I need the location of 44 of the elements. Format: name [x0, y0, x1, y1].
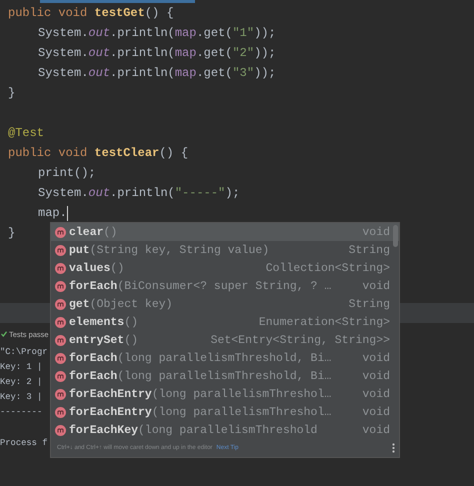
completion-item[interactable]: forEach(long parallelismThreshold, Bi… void — [51, 367, 399, 385]
completion-item[interactable]: put(String key, String value) String — [51, 241, 399, 259]
console-line: Key: 1 | — [0, 362, 42, 372]
code-line: map. — [38, 205, 67, 222]
console-line: Key: 2 | — [0, 377, 42, 387]
completion-item[interactable]: elements() Enumeration<String> — [51, 313, 399, 331]
method-icon — [55, 280, 66, 292]
code-line: System.out.println(map.get("3")); — [38, 65, 276, 82]
method-icon — [55, 334, 66, 346]
method-icon — [55, 316, 66, 328]
method-icon — [55, 262, 66, 274]
method-icon — [55, 298, 66, 310]
code-line: } — [8, 225, 16, 242]
method-icon — [55, 424, 66, 436]
method-icon — [55, 388, 66, 400]
code-line: } — [8, 85, 16, 102]
completion-item[interactable]: forEachEntry(long parallelismThreshol… void — [51, 385, 399, 403]
completion-item[interactable]: forEach(long parallelismThreshold, Bi… void — [51, 349, 399, 367]
popup-scrollbar[interactable] — [393, 225, 398, 247]
code-line: System.out.println(map.get("1")); — [38, 25, 276, 42]
console-line: "C:\Progr — [0, 347, 48, 357]
method-icon — [55, 352, 66, 364]
method-icon — [55, 244, 66, 256]
console-line: -------- — [0, 407, 42, 417]
code-line: public void testClear() { — [8, 145, 188, 162]
code-line: System.out.println("-----"); — [38, 185, 240, 202]
completion-item[interactable]: values() Collection<String> — [51, 259, 399, 277]
more-icon[interactable] — [392, 443, 395, 453]
code-line: @Test — [8, 125, 44, 142]
method-icon — [55, 406, 66, 418]
check-icon — [1, 331, 7, 337]
code-line: public void testGet() { — [8, 5, 174, 22]
completion-item[interactable]: forEachKey(long parallelismThreshold void — [51, 421, 399, 439]
completion-item[interactable]: get(Object key) String — [51, 295, 399, 313]
method-icon — [55, 370, 66, 382]
completion-item[interactable]: clear() void — [51, 223, 399, 241]
console-line: Key: 3 | — [0, 392, 42, 402]
completion-item[interactable]: forEachEntry(long parallelismThreshol… void — [51, 403, 399, 421]
method-icon — [55, 226, 66, 238]
completion-item[interactable]: entrySet() Set<Entry<String, String>> — [51, 331, 399, 349]
console-line: Process f — [0, 438, 48, 448]
completion-item[interactable]: forEach(BiConsumer<? super String, ? … void — [51, 277, 399, 295]
code-line: print(); — [38, 165, 96, 182]
code-line: System.out.println(map.get("2")); — [38, 45, 276, 62]
